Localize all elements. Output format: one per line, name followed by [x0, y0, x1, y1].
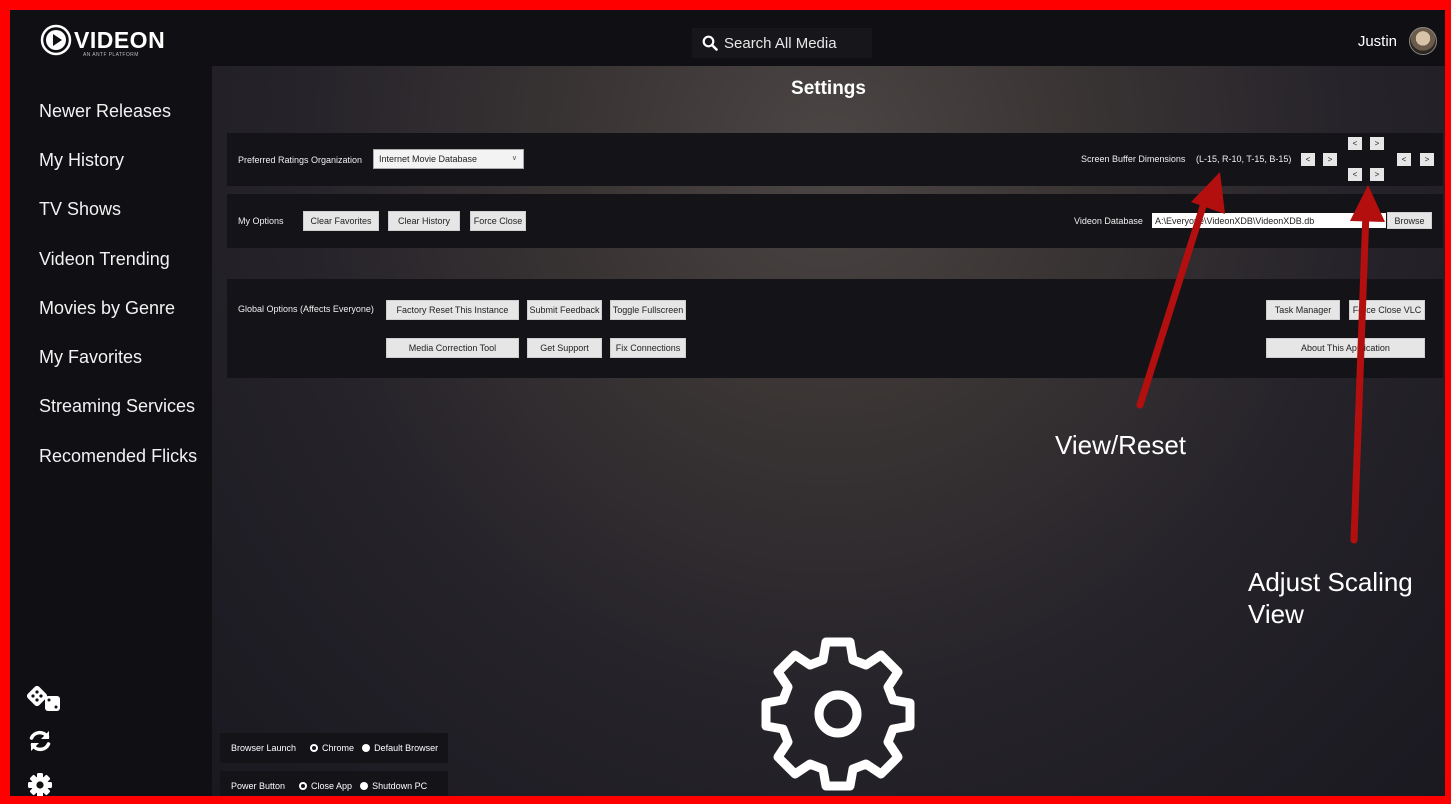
radio-default-browser[interactable]: Default Browser	[362, 743, 438, 753]
radio-chrome[interactable]: Chrome	[310, 743, 354, 753]
sidebar-item-my-favorites[interactable]: My Favorites	[39, 347, 142, 368]
fix-connections-button[interactable]: Fix Connections	[610, 338, 686, 358]
sidebar-item-my-history[interactable]: My History	[39, 150, 124, 171]
radio-selected-icon	[310, 744, 319, 752]
annotation-adjust-scaling-line2: View	[1248, 599, 1304, 629]
screen-buffer-value: (L-15, R-10, T-15, B-15)	[1196, 154, 1292, 164]
database-label: Videon Database	[1074, 216, 1143, 226]
user-name: Justin	[1357, 32, 1397, 50]
power-button-label: Power Button	[231, 781, 286, 791]
global-options-label: Global Options (Affects Everyone)	[238, 304, 374, 314]
browser-launch-panel: Browser Launch Chrome Default Browser	[220, 733, 448, 763]
ratings-buffer-panel: Preferred Ratings Organization Internet …	[227, 133, 1443, 186]
radio-close-app-label: Close App	[311, 781, 353, 791]
buffer-bottom-decrease-button[interactable]: <	[1348, 168, 1362, 181]
logo-text: VIDEON	[74, 26, 166, 53]
chevron-down-icon: ∨	[511, 155, 517, 162]
factory-reset-button[interactable]: Factory Reset This Instance	[386, 300, 519, 320]
force-close-button[interactable]: Force Close	[470, 211, 526, 231]
top-bar: VIDEON AN ANTF PLATFORM Search All Media…	[10, 10, 1445, 66]
database-path-field[interactable]: A:\Everyone\VideonXDB\VideonXDB.db	[1152, 213, 1386, 228]
settings-content: Settings Preferred Ratings Organization …	[212, 66, 1445, 796]
search-placeholder: Search All Media	[724, 34, 837, 52]
radio-unselected-icon	[360, 782, 369, 790]
toggle-fullscreen-button[interactable]: Toggle Fullscreen	[610, 300, 686, 320]
ratings-selected-value: Internet Movie Database	[379, 154, 478, 164]
annotation-adjust-scaling-line1: Adjust Scaling	[1248, 567, 1413, 597]
sidebar-item-movies-by-genre[interactable]: Movies by Genre	[39, 298, 175, 319]
about-application-button[interactable]: About This Application	[1266, 338, 1425, 358]
gear-icon[interactable]	[27, 772, 53, 798]
play-logo-icon	[40, 24, 72, 56]
dice-icon[interactable]	[27, 684, 63, 714]
logo[interactable]: VIDEON AN ANTF PLATFORM	[40, 22, 165, 58]
get-support-button[interactable]: Get Support	[527, 338, 602, 358]
my-options-label: My Options	[238, 216, 284, 226]
buffer-bottom-increase-button[interactable]: >	[1370, 168, 1384, 181]
settings-gear-icon	[761, 637, 915, 791]
search-icon	[702, 35, 718, 51]
sidebar-item-videon-trending[interactable]: Videon Trending	[39, 249, 170, 270]
radio-close-app[interactable]: Close App	[299, 781, 352, 791]
buffer-right-decrease-button[interactable]: <	[1397, 153, 1411, 166]
media-correction-tool-button[interactable]: Media Correction Tool	[386, 338, 519, 358]
radio-default-browser-label: Default Browser	[374, 743, 439, 753]
ratings-label: Preferred Ratings Organization	[238, 155, 363, 165]
browse-button[interactable]: Browse	[1387, 212, 1432, 229]
app-frame: VIDEON AN ANTF PLATFORM Search All Media…	[0, 0, 1451, 804]
my-options-panel: My Options Clear Favorites Clear History…	[227, 194, 1443, 248]
radio-chrome-label: Chrome	[322, 743, 355, 753]
sidebar-item-newer-releases[interactable]: Newer Releases	[39, 101, 171, 122]
browser-launch-label: Browser Launch	[231, 743, 297, 753]
sidebar: Newer Releases My History TV Shows Video…	[10, 66, 212, 796]
clear-history-button[interactable]: Clear History	[388, 211, 460, 231]
sidebar-item-tv-shows[interactable]: TV Shows	[39, 199, 121, 220]
sidebar-item-streaming-services[interactable]: Streaming Services	[39, 396, 195, 417]
buffer-left-increase-button[interactable]: >	[1323, 153, 1337, 166]
buffer-left-decrease-button[interactable]: <	[1301, 153, 1315, 166]
force-close-vlc-button[interactable]: Force Close VLC	[1349, 300, 1425, 320]
page-title: Settings	[791, 78, 866, 99]
annotation-view-reset: View/Reset	[1055, 430, 1187, 460]
search-bar[interactable]: Search All Media	[692, 28, 872, 58]
sidebar-item-recomended-flicks[interactable]: Recomended Flicks	[39, 446, 197, 467]
radio-unselected-icon	[362, 744, 371, 752]
user-menu[interactable]: Justin	[1358, 27, 1437, 55]
submit-feedback-button[interactable]: Submit Feedback	[527, 300, 602, 320]
buffer-right-increase-button[interactable]: >	[1420, 153, 1434, 166]
buffer-top-decrease-button[interactable]: <	[1348, 137, 1362, 150]
global-options-panel: Global Options (Affects Everyone) Factor…	[227, 279, 1443, 378]
clear-favorites-button[interactable]: Clear Favorites	[303, 211, 379, 231]
ratings-select[interactable]: Internet Movie Database ∨	[373, 149, 524, 169]
refresh-icon[interactable]	[27, 728, 53, 754]
radio-shutdown-pc[interactable]: Shutdown PC	[360, 781, 427, 791]
logo-subtitle: AN ANTF PLATFORM	[83, 52, 139, 58]
buffer-top-increase-button[interactable]: >	[1370, 137, 1384, 150]
avatar[interactable]	[1409, 27, 1437, 55]
radio-shutdown-pc-label: Shutdown PC	[372, 781, 428, 791]
power-button-panel: Power Button Close App Shutdown PC	[220, 771, 448, 796]
task-manager-button[interactable]: Task Manager	[1266, 300, 1340, 320]
radio-selected-icon	[299, 782, 308, 790]
screen-buffer-label: Screen Buffer Dimensions	[1081, 154, 1186, 164]
